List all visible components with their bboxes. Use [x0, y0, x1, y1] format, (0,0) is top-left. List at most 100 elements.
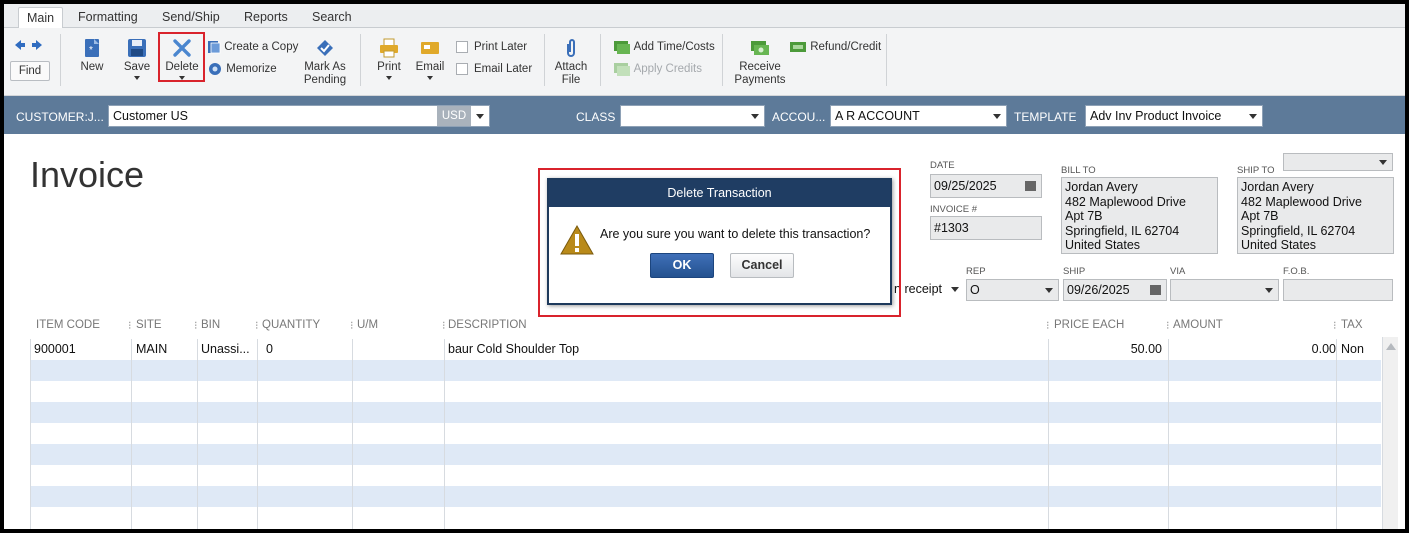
scroll-up-icon[interactable]	[1384, 340, 1398, 352]
account-label: ACCOU...	[772, 110, 826, 124]
table-scrollbar[interactable]	[1382, 337, 1398, 529]
ship-date-value: 09/26/2025	[1067, 283, 1130, 297]
account-dropdown[interactable]: A R ACCOUNT	[830, 105, 1007, 127]
template-label: TEMPLATE	[1014, 110, 1077, 124]
date-value: 09/25/2025	[934, 179, 997, 193]
tab-search[interactable]: Search	[304, 7, 360, 28]
column-header-description[interactable]: DESCRIPTION	[448, 319, 527, 331]
mark-as-pending-label-1: Mark As	[304, 61, 346, 73]
table-row[interactable]	[30, 423, 1381, 444]
cell-tax[interactable]: Non	[1341, 342, 1364, 356]
cell-amount[interactable]: 0.00	[1312, 342, 1336, 356]
tab-main[interactable]: Main	[18, 7, 64, 28]
chevron-down-icon[interactable]	[1265, 288, 1273, 293]
date-field[interactable]: 09/25/2025	[930, 174, 1042, 198]
column-header-item-code[interactable]: ITEM CODE	[36, 319, 100, 331]
column-header-bin[interactable]: BIN	[201, 319, 220, 331]
bill-to-address[interactable]: Jordan Avery 482 Maplewood Drive Apt 7B …	[1061, 177, 1218, 254]
table-row[interactable]	[30, 444, 1381, 465]
cell-bin[interactable]: Unassi...	[201, 342, 250, 356]
apply-credits-button[interactable]: Apply Credits	[613, 60, 702, 78]
attach-file-button[interactable]: Attach File	[553, 38, 589, 87]
ship-date-field[interactable]: 09/26/2025	[1063, 279, 1167, 301]
chevron-down-icon[interactable]	[1045, 288, 1053, 293]
table-row[interactable]	[30, 381, 1381, 402]
table-row[interactable]	[30, 507, 1381, 528]
cell-description[interactable]: baur Cold Shoulder Top	[448, 342, 579, 356]
mark-as-pending-button[interactable]: Mark As Pending	[300, 38, 350, 87]
cell-quantity[interactable]: 0	[266, 342, 273, 356]
tab-reports[interactable]: Reports	[236, 7, 296, 28]
chevron-down-icon[interactable]	[1249, 114, 1257, 119]
dialog-message: Are you sure you want to delete this tra…	[600, 227, 871, 241]
copy-icon	[208, 40, 221, 54]
tab-send-ship[interactable]: Send/Ship	[154, 7, 228, 28]
table-row[interactable]: 900001 MAIN Unassi... 0 baur Cold Should…	[30, 339, 1381, 360]
print-later-checkbox[interactable]: Print Later	[456, 38, 527, 56]
ok-button[interactable]: OK	[650, 253, 714, 278]
tab-formatting[interactable]: Formatting	[70, 7, 146, 28]
table-row[interactable]	[30, 360, 1381, 381]
print-button[interactable]: Print	[371, 38, 407, 80]
attach-label-2: File	[561, 74, 581, 86]
bill-to-line: United States	[1065, 238, 1141, 252]
table-row[interactable]	[30, 486, 1381, 507]
memorize-button[interactable]: Memorize	[207, 60, 277, 78]
email-later-box[interactable]	[456, 62, 468, 75]
column-header-um[interactable]: U/M	[357, 319, 378, 331]
fob-field[interactable]	[1283, 279, 1393, 301]
chevron-down-icon[interactable]	[951, 287, 959, 292]
print-later-box[interactable]	[456, 40, 468, 53]
column-header-quantity[interactable]: QUANTITY	[262, 319, 320, 331]
column-header-tax[interactable]: TAX	[1341, 319, 1363, 331]
email-later-checkbox[interactable]: Email Later	[456, 60, 532, 78]
calendar-icon[interactable]	[1150, 285, 1161, 295]
next-arrow-icon[interactable]	[31, 39, 43, 54]
apply-credits-label: Apply Credits	[633, 63, 702, 75]
mark-as-pending-label-2: Pending	[303, 74, 347, 86]
email-dropdown-caret[interactable]	[427, 76, 433, 80]
refund-credit-button[interactable]: Refund/Credit	[789, 38, 881, 56]
ship-to-label: SHIP TO	[1237, 165, 1275, 176]
receive-payments-button[interactable]: Receive Payments	[730, 38, 790, 87]
ship-to-line: Jordan Avery	[1241, 180, 1314, 194]
new-label: New	[80, 61, 104, 73]
invoice-number-field[interactable]: #1303	[930, 216, 1042, 240]
apply-credits-icon	[614, 62, 630, 76]
ship-to-dropdown[interactable]	[1283, 153, 1393, 171]
account-value: A R ACCOUNT	[835, 109, 920, 123]
email-button[interactable]: Email	[412, 38, 448, 80]
cell-item-code[interactable]: 900001	[34, 342, 76, 356]
new-button[interactable]: * New	[72, 38, 112, 74]
table-row[interactable]	[30, 465, 1381, 486]
chevron-down-icon[interactable]	[476, 114, 484, 119]
save-button[interactable]: Save	[117, 38, 157, 80]
print-dropdown-caret[interactable]	[386, 76, 392, 80]
column-header-price-each[interactable]: PRICE EACH	[1054, 319, 1124, 331]
rep-dropdown[interactable]: O	[966, 279, 1059, 301]
chevron-down-icon[interactable]	[751, 114, 759, 119]
previous-arrow-icon[interactable]	[14, 39, 26, 54]
add-time-costs-label: Add Time/Costs	[633, 41, 715, 53]
via-dropdown[interactable]	[1170, 279, 1279, 301]
new-document-icon: *	[85, 39, 99, 57]
add-time-costs-button[interactable]: Add Time/Costs	[613, 38, 715, 56]
class-dropdown[interactable]	[620, 105, 765, 127]
calendar-icon[interactable]	[1025, 181, 1036, 191]
find-button[interactable]: Find	[10, 61, 50, 81]
customer-job-dropdown[interactable]: Customer US USD	[108, 105, 490, 127]
save-dropdown-caret[interactable]	[134, 76, 140, 80]
ship-to-address[interactable]: Jordan Avery 482 Maplewood Drive Apt 7B …	[1237, 177, 1394, 254]
cell-price-each[interactable]: 50.00	[1131, 342, 1162, 356]
column-header-site[interactable]: SITE	[136, 319, 162, 331]
receive-payments-label-1: Receive	[739, 61, 781, 73]
cell-site[interactable]: MAIN	[136, 342, 167, 356]
cancel-button[interactable]: Cancel	[730, 253, 794, 278]
chevron-down-icon[interactable]	[1379, 160, 1387, 165]
column-header-amount[interactable]: AMOUNT	[1173, 319, 1223, 331]
create-copy-button[interactable]: Create a Copy	[207, 38, 298, 56]
chevron-down-icon[interactable]	[993, 114, 1001, 119]
table-row[interactable]	[30, 402, 1381, 423]
template-dropdown[interactable]: Adv Inv Product Invoice	[1085, 105, 1263, 127]
delete-confirmation-dialog: Delete Transaction Are you sure you want…	[547, 178, 892, 305]
